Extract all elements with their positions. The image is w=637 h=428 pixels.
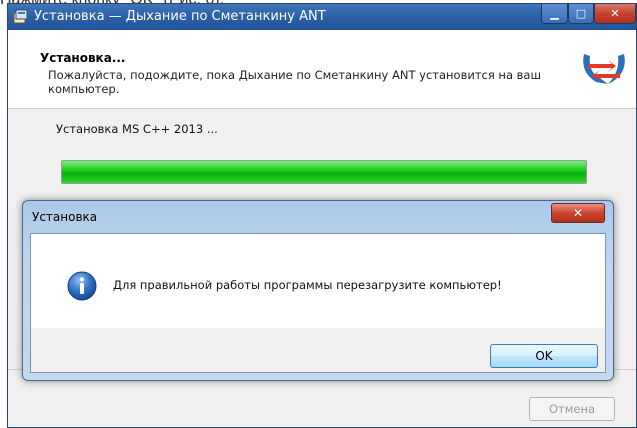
minimize-icon: ▁ — [550, 7, 559, 20]
minimize-button[interactable]: ▁ — [541, 4, 568, 24]
ok-button[interactable]: OK — [490, 344, 598, 368]
maximize-button[interactable]: □ — [568, 4, 594, 24]
close-icon: ✕ — [572, 206, 584, 220]
info-icon — [67, 271, 97, 301]
dialog-body: Для правильной работы программы перезагр… — [30, 233, 606, 373]
cancel-button[interactable]: Отмена — [529, 397, 615, 421]
dialog-close-button[interactable]: ✕ — [551, 203, 605, 223]
install-progress-bar — [61, 160, 587, 184]
restart-message-dialog: Установка ✕ Для правильной работы програ… — [22, 200, 614, 381]
close-button[interactable]: ✕ — [594, 4, 636, 24]
header-title: Установка... — [40, 51, 126, 65]
install-status-text: Установка MS C++ 2013 ... — [56, 122, 218, 136]
header-description: Пожалуйста, подождите, пока Дыхание по С… — [48, 68, 542, 96]
dialog-message: Для правильной работы программы перезагр… — [113, 278, 502, 292]
dialog-content: Для правильной работы программы перезагр… — [31, 234, 605, 328]
install-progress-fill — [62, 161, 586, 183]
installer-title: Установка — Дыхание по Сметанкину ANT — [34, 9, 326, 24]
setup-app-icon — [13, 9, 28, 24]
close-icon: ✕ — [610, 7, 620, 20]
installer-header: Установка... Пожалуйста, подождите, пока… — [8, 30, 636, 109]
two-arrows-logo-icon — [583, 54, 625, 84]
installer-titlebar: Установка — Дыхание по Сметанкину ANT ▁ … — [8, 4, 636, 30]
maximize-icon: □ — [575, 7, 587, 20]
dialog-title: Установка — [32, 210, 98, 224]
